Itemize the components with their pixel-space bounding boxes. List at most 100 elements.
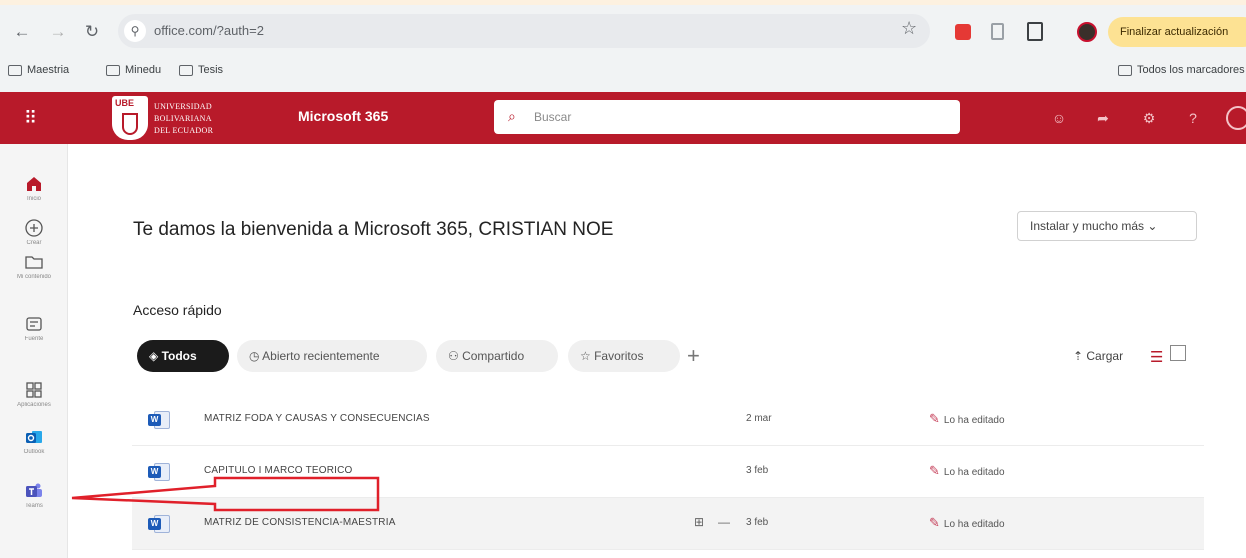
plus-circle-icon [25,219,43,237]
file-date: 3 feb [746,465,769,476]
people-icon: ⚇ [448,349,463,363]
rail-item-create[interactable]: Crear [0,218,68,246]
quick-access-heading: Acceso rápido [133,302,222,318]
extension-red-icon[interactable] [955,24,971,40]
file-row[interactable]: W MATRIZ DE CONSISTENCIA-MAESTRIA ⊞ — 3 … [132,498,1204,550]
activity-label: Lo ha editado [943,415,1005,426]
rail-label: Aplicaciones [17,402,51,408]
profile-avatar[interactable] [1077,22,1097,42]
outlook-icon [26,431,42,443]
grid-view-icon[interactable] [1170,345,1186,361]
search-input[interactable]: Buscar [534,110,571,124]
file-row[interactable]: W MATRIZ FODA Y CAUSAS Y CONSECUENCIAS 2… [132,394,1204,446]
activity-label: Lo ha editado [943,519,1005,530]
filter-label: Todos [161,349,197,363]
word-doc-icon: W [148,411,170,429]
filter-shared[interactable]: ⚇ Compartido [436,340,558,372]
forward-icon[interactable]: → [48,22,68,42]
app-title[interactable]: Microsoft 365 [298,108,388,124]
file-name[interactable]: MATRIZ FODA Y CAUSAS Y CONSECUENCIAS [204,413,430,424]
feedback-icon[interactable]: ➦ [1094,109,1112,127]
rail-item-my-content[interactable]: Mi contenido [0,252,68,280]
file-row[interactable]: W CAPITULO I MARCO TEORICO 3 feb ✎ Lo ha … [132,446,1204,498]
bookmark-tesis[interactable]: Tesis [179,64,223,76]
word-doc-icon: W [148,515,170,533]
rail-label: Teams [25,503,43,509]
help-icon[interactable]: ? [1184,109,1202,127]
pencil-icon: ✎ [929,463,940,478]
url-text[interactable]: office.com/?auth=2 [154,23,264,38]
bookmark-label: Maestria [27,64,70,76]
address-bar[interactable]: ⚲ office.com/?auth=2 [118,14,930,48]
rail-label: Outlook [23,449,45,455]
university-logo[interactable]: UBE UNIVERSIDAD BOLIVARIANA DEL ECUADOR [112,96,250,140]
app-launcher-icon[interactable]: ⠿ [24,108,44,128]
filter-label: Favoritos [594,349,644,363]
bookmark-maestria[interactable]: Maestria [8,64,69,76]
search-box[interactable]: ⌕ Buscar [494,100,960,134]
open-in-app-icon[interactable]: ⊞ [694,515,704,529]
bookmark-label: Minedu [125,64,162,76]
apps-icon [26,382,42,398]
browser-chrome: ← → ↻ ⚲ office.com/?auth=2 ☆ Finalizar a… [0,0,1246,92]
chevron-down-icon: ⌄ [1147,219,1158,233]
bookmark-all[interactable]: Todos los marcadores [1118,64,1245,76]
left-nav-rail: Inicio Crear Mi contenido Fuente Aplicac… [0,144,68,558]
more-options-icon[interactable]: — [718,515,730,529]
settings-gear-icon[interactable]: ⚙ [1140,109,1158,127]
bookmark-label: Todos los marcadores [1137,64,1245,76]
rail-item-feed[interactable]: Fuente [0,314,68,342]
file-date: 3 feb [746,517,769,528]
rail-item-teams[interactable]: Teams [0,481,68,509]
university-line-1: UNIVERSIDAD [154,102,212,111]
university-line-2: BOLIVARIANA [154,114,212,123]
filter-all[interactable]: ◈ Todos [137,340,229,372]
file-name[interactable]: MATRIZ DE CONSISTENCIA-MAESTRIA [204,517,396,528]
rail-label: Mi contenido [16,274,52,280]
list-view-icon[interactable]: ☰ [1150,348,1163,366]
activity-label: Lo ha editado [943,467,1005,478]
welcome-heading: Te damos la bienvenida a Microsoft 365, … [133,219,614,240]
extensions-puzzle-icon[interactable] [1027,22,1043,41]
word-doc-icon: W [148,463,170,481]
clock-icon: ◷ [249,349,263,363]
university-line-3: DEL ECUADOR [154,126,214,135]
install-button[interactable]: Instalar y mucho más ⌄ [1017,211,1197,241]
folder-icon [1118,64,1132,76]
update-button[interactable]: Finalizar actualización [1108,17,1246,47]
bookmark-star-icon[interactable]: ☆ [901,18,917,39]
crest-logo: UBE [112,96,148,140]
feed-icon [26,317,42,331]
file-name[interactable]: CAPITULO I MARCO TEORICO [204,465,353,476]
teams-icon [26,483,42,497]
pencil-icon: ✎ [929,515,940,530]
account-avatar[interactable] [1226,106,1246,130]
m365-header: ⠿ UBE UNIVERSIDAD BOLIVARIANA DEL ECUADO… [0,92,1246,144]
rail-item-apps[interactable]: Aplicaciones [0,380,68,408]
rail-item-outlook[interactable]: Outlook [0,427,68,455]
extension-doc-icon[interactable] [991,23,1004,40]
filter-favorites[interactable]: ☆ Favoritos [568,340,680,372]
add-filter-icon[interactable]: + [687,340,700,372]
rail-label: Crear [26,240,42,246]
filter-label: Abierto recientemente [262,349,380,363]
upload-button[interactable]: ⇡ Cargar [1073,349,1123,363]
upload-label: Cargar [1086,349,1124,363]
rail-item-home[interactable]: Inicio [0,174,68,202]
star-icon: ☆ [580,349,595,363]
back-icon[interactable]: ← [12,22,32,42]
filter-label: Compartido [462,349,525,363]
rail-label: Inicio [26,196,41,202]
bookmark-label: Tesis [198,64,224,76]
filter-recent[interactable]: ◷ Abierto recientemente [237,340,427,372]
folder-icon [8,64,22,76]
crest-tag: UBE [115,98,135,108]
site-info-icon[interactable]: ⚲ [124,20,146,42]
rail-label: Fuente [24,336,44,342]
bookmark-minedu[interactable]: Minedu [106,64,161,76]
reload-icon[interactable]: ↻ [82,22,102,42]
install-label: Instalar y mucho más [1030,219,1145,233]
all-icon: ◈ [149,349,162,363]
copilot-icon[interactable]: ☺ [1050,109,1068,127]
file-activity: ✎ Lo ha editado [929,463,1005,479]
